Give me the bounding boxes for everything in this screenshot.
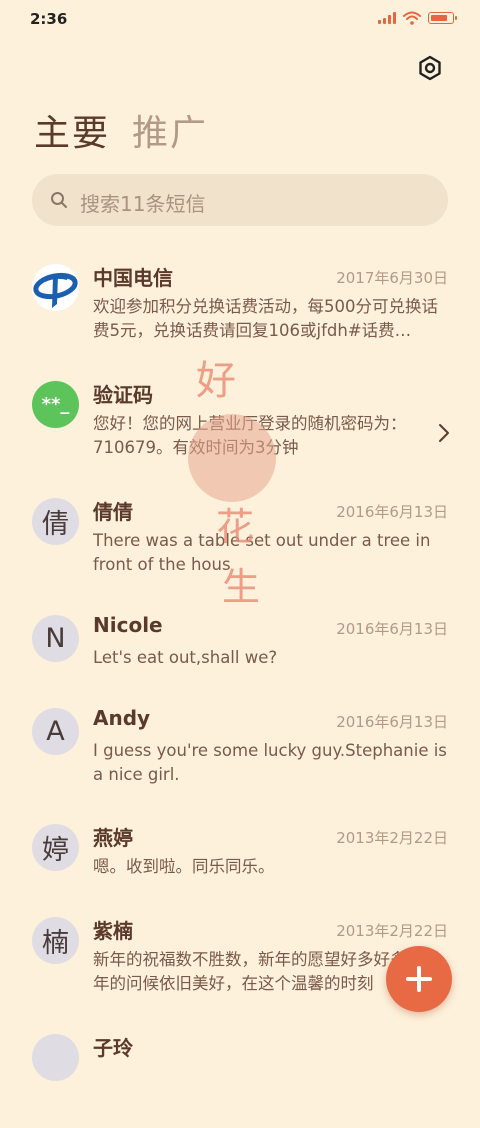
tab-primary[interactable]: 主要 — [34, 104, 110, 156]
chevron-right-icon[interactable] — [438, 423, 450, 443]
new-message-button[interactable] — [386, 946, 452, 1012]
sender-name: 子玲 — [93, 1036, 133, 1060]
sender-name: 紫楠 — [93, 919, 133, 943]
avatar: **_ — [32, 381, 79, 428]
search-placeholder: 搜索11条短信 — [80, 192, 206, 216]
avatar: 倩 — [32, 498, 79, 545]
message-item[interactable]: 倩 倩倩 2016年6月13日 There was a table set ou… — [0, 482, 480, 592]
battery-level — [431, 15, 448, 21]
message-item[interactable]: 子玲 — [0, 1018, 480, 1128]
avatar: 婷 — [32, 824, 79, 871]
search-bar[interactable]: 搜索11条短信 — [32, 174, 448, 226]
avatar: 楠 — [32, 917, 79, 964]
message-item[interactable]: 中国电信 2017年6月30日 欢迎参加积分兑换话费活动，每500分可兑换话费5… — [0, 248, 480, 358]
sender-name: Nicole — [93, 613, 163, 637]
message-date: 2016年6月13日 — [336, 713, 448, 731]
message-snippet: Let's eat out,shall we? — [93, 648, 278, 667]
message-item[interactable]: A Andy 2016年6月13日 I guess you're some lu… — [0, 692, 480, 802]
settings-hex-icon[interactable] — [416, 54, 444, 82]
wifi-icon — [403, 11, 421, 25]
message-snippet: 嗯。收到啦。同乐同乐。 — [93, 857, 275, 876]
tab-bar: 主要 推广 — [34, 104, 208, 156]
message-date: 2016年6月13日 — [336, 620, 448, 638]
status-time: 2:36 — [30, 10, 68, 28]
sender-name: 倩倩 — [93, 500, 133, 524]
message-date: 2017年6月30日 — [336, 269, 448, 287]
signal-icon — [378, 12, 396, 24]
avatar: N — [32, 615, 79, 662]
status-icons — [378, 11, 457, 25]
message-date: 2013年2月22日 — [336, 829, 448, 847]
message-date: 2013年2月22日 — [336, 922, 448, 940]
china-telecom-logo-icon — [32, 264, 79, 311]
sender-name: 燕婷 — [93, 826, 133, 850]
sender-name: 中国电信 — [93, 266, 173, 290]
message-snippet: I guess you're some lucky guy.Stephanie … — [93, 741, 447, 784]
status-bar: 2:36 — [0, 0, 480, 40]
avatar — [32, 264, 79, 311]
sender-name: Andy — [93, 706, 151, 730]
message-snippet: 您好！您的网上营业厅登录的随机密码为：710679。有效时间为3分钟 — [93, 414, 407, 457]
message-date: 2016年6月13日 — [336, 503, 448, 521]
search-icon — [51, 192, 67, 208]
avatar: A — [32, 708, 79, 755]
battery-icon — [428, 12, 457, 24]
message-snippet: 欢迎参加积分兑换话费活动，每500分可兑换话费5元，兑换话费请回复106或jfd… — [93, 297, 438, 340]
message-snippet: There was a table set out under a tree i… — [93, 531, 431, 574]
tab-promotions[interactable]: 推广 — [132, 104, 208, 156]
message-item[interactable]: **_ 验证码 您好！您的网上营业厅登录的随机密码为：710679。有效时间为3… — [0, 365, 480, 475]
sender-name: 验证码 — [93, 383, 153, 407]
avatar — [32, 1034, 79, 1081]
